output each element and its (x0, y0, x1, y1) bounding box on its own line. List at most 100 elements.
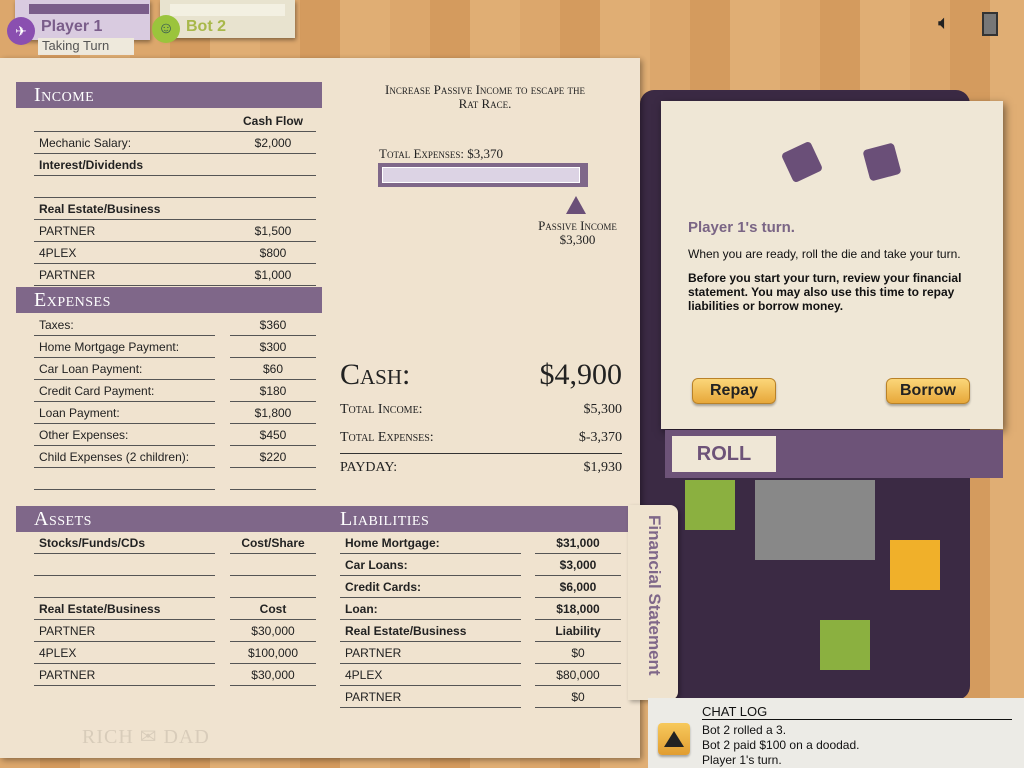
row-label: Loan Payment: (34, 402, 215, 424)
row-value: $1,500 (230, 220, 316, 242)
up-arrow-icon (664, 731, 684, 747)
dice-icon (780, 140, 824, 184)
dialog-note: Before you start your turn, review your … (688, 271, 962, 313)
row-label (34, 576, 215, 598)
player-1-name: Player 1 (41, 18, 103, 35)
chat-expand-button[interactable] (658, 723, 690, 755)
player-1-status: Taking Turn (38, 38, 134, 55)
payday-value: $1,930 (583, 460, 623, 475)
row-value: $31,000 (535, 532, 621, 554)
row-value (230, 554, 316, 576)
row-value: $2,000 (230, 132, 316, 154)
row-label: Mechanic Salary: (34, 132, 230, 154)
row-label: Home Mortgage: (340, 532, 521, 554)
row-value (230, 154, 316, 176)
row-label: Loan: (340, 598, 521, 620)
row-label (34, 110, 230, 132)
chat-message: Bot 2 paid $100 on a doodad. (702, 738, 860, 752)
section-header-expenses: Expenses (16, 287, 322, 313)
row-label (34, 554, 215, 576)
row-label (34, 468, 215, 490)
helicopter-icon: ✈ (7, 17, 35, 45)
row-label: Credit Cards: (340, 576, 521, 598)
row-label: 4PLEX (34, 242, 230, 264)
row-label: Real Estate/Business (34, 198, 230, 220)
goal-text: Increase Passive Income to escape the Ra… (385, 82, 585, 111)
player-card-2[interactable]: Bot 2 (160, 0, 295, 38)
repay-button[interactable]: Repay (692, 378, 776, 404)
player-1-bar (29, 4, 149, 14)
row-label: Credit Card Payment: (34, 380, 215, 402)
borrow-button[interactable]: Borrow (886, 378, 970, 404)
row-value: $220 (230, 446, 316, 468)
row-value (230, 198, 316, 220)
row-value: $18,000 (535, 598, 621, 620)
row-label: Home Mortgage Payment: (34, 336, 215, 358)
row-label: Stocks/Funds/CDs (34, 532, 215, 554)
row-label: Real Estate/Business (34, 598, 215, 620)
row-value: $6,000 (535, 576, 621, 598)
row-label: 4PLEX (340, 664, 521, 686)
chat-log-title: CHAT LOG (702, 704, 1012, 720)
total-expenses-summary-label: Total Expenses: (340, 430, 434, 445)
row-value: $1,800 (230, 402, 316, 424)
row-label: PARTNER (340, 686, 521, 708)
turn-dialog: Player 1's turn. When you are ready, rol… (661, 101, 1003, 429)
row-value: $3,000 (535, 554, 621, 576)
section-header-liabilities: Liabilities (322, 506, 628, 532)
player-card-1[interactable]: Player 1 (15, 0, 150, 40)
section-header-assets: Assets (16, 506, 322, 532)
row-label: Car Loan Payment: (34, 358, 215, 380)
dice-icon (862, 142, 902, 182)
row-value: $180 (230, 380, 316, 402)
row-value: Cost (230, 598, 316, 620)
passive-income-value: $3,300 (559, 232, 596, 247)
total-income-label: Total Income: (340, 402, 423, 417)
board-tile (820, 620, 870, 670)
row-value (230, 176, 316, 198)
row-label: PARTNER (34, 664, 215, 686)
board-tile (685, 480, 735, 530)
exit-door-icon[interactable] (982, 12, 998, 36)
row-value: $30,000 (230, 664, 316, 686)
row-value: $360 (230, 314, 316, 336)
roll-button[interactable]: ROLL (672, 436, 776, 472)
row-value: $450 (230, 424, 316, 446)
dialog-instruction: When you are ready, roll the die and tak… (688, 247, 961, 261)
financial-statement-tab-label: Financial Statement (645, 515, 664, 676)
row-value: $30,000 (230, 620, 316, 642)
row-value (230, 576, 316, 598)
row-label: Other Expenses: (34, 424, 215, 446)
speaker-icon[interactable]: 🔈︎ (938, 12, 950, 35)
total-expenses-label: Total Expenses: $3,370 (379, 146, 504, 161)
row-label: PARTNER (340, 642, 521, 664)
rich-dad-logo: RICH ✉ DAD (82, 726, 210, 748)
section-header-income: Income (16, 82, 322, 108)
row-label: PARTNER (34, 220, 230, 242)
row-label: Car Loans: (340, 554, 521, 576)
chat-message: Player 1's turn. (702, 753, 782, 767)
row-label: Interest/Dividends (34, 154, 230, 176)
row-label: Child Expenses (2 children): (34, 446, 215, 468)
row-label: Real Estate/Business (340, 620, 521, 642)
chat-message: Bot 2 rolled a 3. (702, 723, 787, 737)
summary-divider (340, 453, 622, 454)
total-expenses-summary-value: $-3,370 (578, 430, 622, 445)
row-label (34, 176, 230, 198)
row-value: $100,000 (230, 642, 316, 664)
board-tile (890, 540, 940, 590)
passive-income-progress-bar (378, 163, 588, 187)
row-label: Taxes: (34, 314, 215, 336)
progress-fill (382, 167, 580, 183)
cash-label: Cash: (340, 358, 411, 391)
board-center-image (755, 480, 875, 560)
person-icon: ☺ (152, 15, 180, 43)
total-income-value: $5,300 (583, 402, 623, 417)
passive-income-marker-icon (566, 196, 586, 214)
row-value: $0 (535, 686, 621, 708)
row-label: 4PLEX (34, 642, 215, 664)
financial-statement-tab[interactable]: Financial Statement (628, 505, 678, 700)
cash-value: $4,900 (539, 358, 623, 391)
row-value: $0 (535, 642, 621, 664)
row-value: $300 (230, 336, 316, 358)
